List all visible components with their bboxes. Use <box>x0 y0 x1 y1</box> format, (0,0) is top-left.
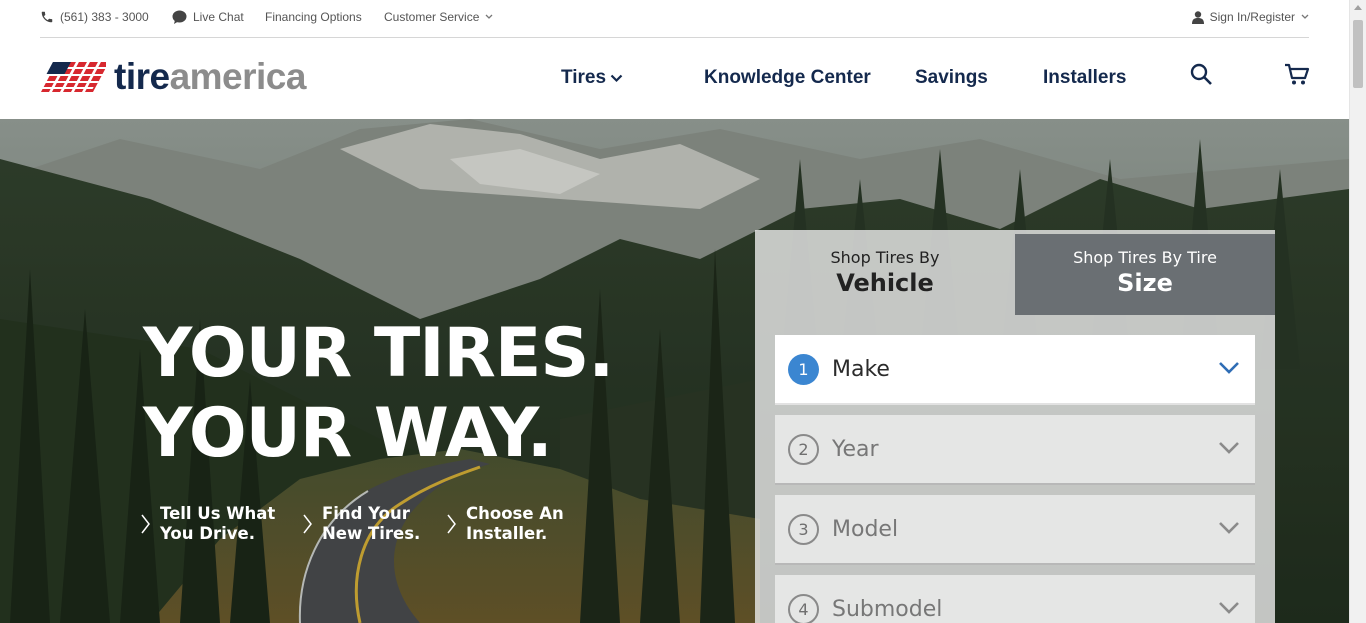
nav-installers-label: Installers <box>1043 67 1127 88</box>
nav-savings-label: Savings <box>915 67 988 88</box>
hero-step-line: Tell Us What <box>160 504 276 523</box>
chevron-right-icon <box>447 514 456 534</box>
hero-headline: YOUR TIRES. YOUR WAY. <box>143 314 614 474</box>
sign-in-label: Sign In/Register <box>1209 10 1295 24</box>
customer-service-dropdown[interactable]: Customer Service <box>384 10 493 24</box>
live-chat-label: Live Chat <box>193 10 244 24</box>
tireamerica-logo[interactable]: tireamerica <box>40 57 306 97</box>
step-number-badge: 3 <box>788 513 819 545</box>
logo-wordmark: tireamerica <box>114 57 306 97</box>
cart-button[interactable] <box>1284 63 1310 91</box>
tab-shop-by-tire-size[interactable]: Shop Tires By Tire Size <box>1015 234 1275 315</box>
search-icon <box>1190 63 1212 85</box>
chevron-down-icon <box>485 14 493 19</box>
nav-tires-label: Tires <box>561 67 607 88</box>
submodel-select-label: Submodel <box>832 596 943 622</box>
page-scrollbar[interactable] <box>1349 0 1366 623</box>
tab-subtitle: Shop Tires By Tire <box>1073 248 1217 267</box>
chevron-down-icon <box>610 74 623 82</box>
main-header: tireamerica Tires Knowledge Center Savin… <box>0 39 1349 119</box>
search-button[interactable] <box>1190 63 1213 91</box>
phone-number: (561) 383 - 3000 <box>60 10 149 24</box>
hero-step-text: Find Your New Tires. <box>322 504 420 544</box>
scroll-up-arrow-icon[interactable] <box>1354 5 1362 10</box>
chevron-down-icon <box>1219 442 1239 454</box>
hero-step-line: Choose An <box>466 504 564 523</box>
hero-step-choose-installer: Choose An Installer. <box>447 504 564 544</box>
chevron-down-icon <box>1301 14 1309 19</box>
hero-step-line: New Tires. <box>322 524 421 543</box>
phone-icon <box>41 11 53 23</box>
financing-link[interactable]: Financing Options <box>265 10 362 24</box>
nav-installers[interactable]: Installers <box>1043 67 1126 89</box>
submodel-select[interactable]: 4 Submodel <box>775 575 1255 623</box>
step-number-badge: 2 <box>788 433 819 465</box>
user-icon <box>1191 10 1204 24</box>
hero-step-text: Choose An Installer. <box>466 504 564 544</box>
hero-step-line: You Drive. <box>160 524 255 543</box>
logo-word-tire: tire <box>114 56 170 97</box>
hero-headline-line1: YOUR TIRES. <box>143 314 614 393</box>
chat-bubble-icon <box>172 10 187 24</box>
hero-step-find-tires: Find Your New Tires. <box>303 504 420 544</box>
hero-section: YOUR TIRES. YOUR WAY. Tell Us What You D… <box>0 119 1349 623</box>
cart-icon <box>1285 63 1310 85</box>
chevron-down-icon <box>1219 602 1239 614</box>
year-select-label: Year <box>832 436 879 462</box>
tab-subtitle: Shop Tires By <box>830 248 940 267</box>
hero-step-line: Find Your <box>322 504 410 523</box>
model-select-label: Model <box>832 516 899 542</box>
flag-logo-icon <box>40 62 106 92</box>
tab-title: Size <box>1117 269 1173 297</box>
step-number-badge: 4 <box>788 593 819 623</box>
chevron-down-icon <box>1219 522 1239 534</box>
tab-shop-by-vehicle[interactable]: Shop Tires By Vehicle <box>755 230 1015 315</box>
model-select[interactable]: 3 Model <box>775 495 1255 565</box>
hero-step-text: Tell Us What You Drive. <box>160 504 275 544</box>
utility-bar: (561) 383 - 3000 Live Chat Financing Opt… <box>40 0 1309 38</box>
make-select-label: Make <box>832 356 890 382</box>
chevron-right-icon <box>141 514 150 534</box>
scrollbar-thumb[interactable] <box>1353 20 1363 88</box>
chevron-down-icon <box>1219 362 1239 374</box>
shop-tires-panel: Shop Tires By Vehicle Shop Tires By Tire… <box>755 230 1275 623</box>
step-number-badge: 1 <box>788 353 819 385</box>
nav-knowledge-center[interactable]: Knowledge Center <box>704 67 871 89</box>
hero-step-tell-us: Tell Us What You Drive. <box>141 504 275 544</box>
customer-service-label: Customer Service <box>384 10 480 24</box>
hero-step-line: Installer. <box>466 524 548 543</box>
chevron-right-icon <box>303 514 312 534</box>
logo-word-america: america <box>169 56 307 97</box>
year-select[interactable]: 2 Year <box>775 415 1255 485</box>
financing-label: Financing Options <box>265 10 362 24</box>
nav-tires[interactable]: Tires <box>561 67 623 89</box>
sign-in-dropdown[interactable]: Sign In/Register <box>1191 10 1309 24</box>
tab-title: Vehicle <box>836 269 934 297</box>
phone-link[interactable]: (561) 383 - 3000 <box>40 10 149 24</box>
live-chat-link[interactable]: Live Chat <box>172 10 244 24</box>
hero-headline-line2: YOUR WAY. <box>143 394 553 473</box>
nav-savings[interactable]: Savings <box>915 67 988 89</box>
nav-knowledge-center-label: Knowledge Center <box>704 67 871 88</box>
make-select[interactable]: 1 Make <box>775 335 1255 405</box>
